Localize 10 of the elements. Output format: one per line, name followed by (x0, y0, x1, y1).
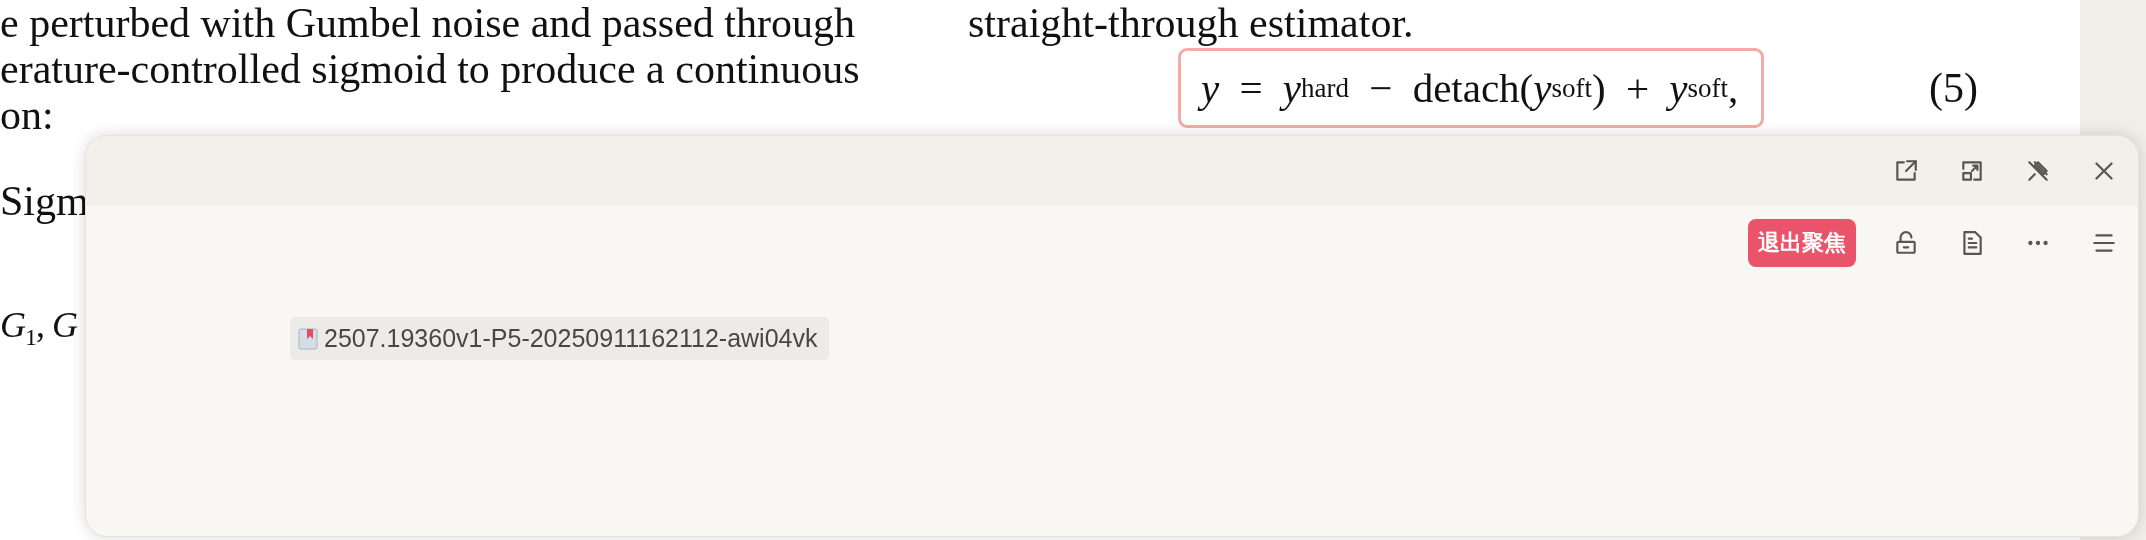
text-line: on: (0, 92, 54, 138)
text-line: Sigm (0, 178, 89, 224)
text-line: straight-through estimator. (968, 0, 1415, 46)
equation-number: (5) (1929, 64, 1978, 112)
text-line: erature-controlled sigmoid to produce a continuous (0, 46, 860, 92)
document-chip[interactable]: 2507.19360v1-P5-20250911162112-awi04vk (290, 317, 830, 360)
exit-focus-button[interactable]: 退出聚焦 (1748, 219, 1856, 267)
text-line: G$_{1}$, G (0, 304, 77, 353)
book-icon (298, 327, 318, 350)
text-line: e perturbed with Gumbel noise and passed through (0, 0, 855, 46)
